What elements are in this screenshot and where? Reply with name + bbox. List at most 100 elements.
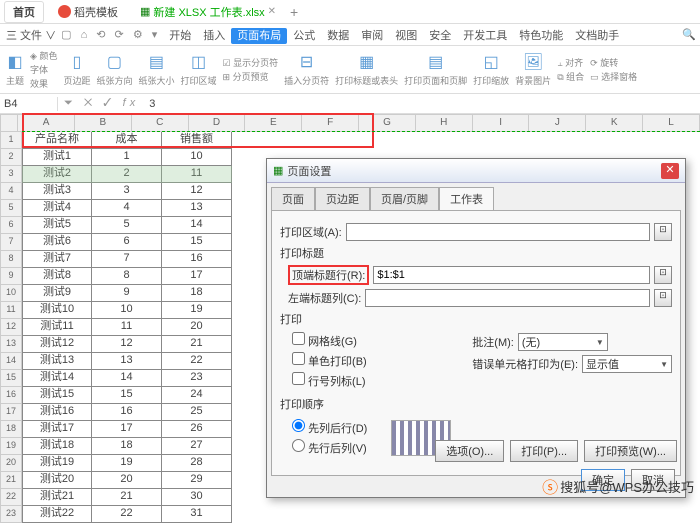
range-picker-button-2[interactable]: ⊡ (654, 266, 672, 284)
row-header[interactable]: 6 (0, 217, 22, 234)
menu-特色功能[interactable]: 特色功能 (513, 28, 569, 44)
blackwhite-checkbox[interactable] (292, 352, 305, 365)
cell[interactable]: 6 (92, 234, 162, 251)
col-header-C[interactable]: C (132, 114, 189, 132)
menu-开发工具[interactable]: 开发工具 (457, 28, 513, 44)
cell[interactable]: 18 (92, 438, 162, 455)
ribbon-showbreaks[interactable]: ☑ 显示分页符 (223, 56, 279, 69)
cell[interactable]: 测试16 (22, 404, 92, 421)
menu-插入[interactable]: 插入 (197, 28, 231, 44)
order-downover-radio[interactable] (292, 419, 305, 432)
cell[interactable]: 测试7 (22, 251, 92, 268)
cell[interactable]: 测试18 (22, 438, 92, 455)
cell[interactable]: 15 (92, 387, 162, 404)
cell[interactable]: 测试10 (22, 302, 92, 319)
cell[interactable]: 13 (92, 353, 162, 370)
cell[interactable]: 14 (162, 217, 232, 234)
ribbon-orient[interactable]: ▢纸张方向 (96, 52, 132, 87)
menu-安全[interactable]: 安全 (423, 28, 457, 44)
gridlines-checkbox[interactable] (292, 332, 305, 345)
cell[interactable]: 4 (92, 200, 162, 217)
row-header[interactable]: 21 (0, 472, 22, 489)
row-header[interactable]: 14 (0, 353, 22, 370)
menu-公式[interactable]: 公式 (287, 28, 321, 44)
cell[interactable]: 17 (92, 421, 162, 438)
cell[interactable]: 3 (92, 183, 162, 200)
cell[interactable]: 11 (162, 166, 232, 183)
col-header-D[interactable]: D (189, 114, 246, 132)
menu-文档助手[interactable]: 文档助手 (569, 28, 625, 44)
menu-审阅[interactable]: 审阅 (355, 28, 389, 44)
cell[interactable]: 11 (92, 319, 162, 336)
cell[interactable]: 测试15 (22, 387, 92, 404)
range-picker-button-3[interactable]: ⊡ (654, 289, 672, 307)
cell[interactable]: 测试14 (22, 370, 92, 387)
menu-开始[interactable]: 开始 (163, 28, 197, 44)
row-header[interactable]: 12 (0, 319, 22, 336)
cell[interactable]: 测试3 (22, 183, 92, 200)
preview-button[interactable]: 打印预览(W)... (584, 440, 677, 462)
cell[interactable]: 18 (162, 285, 232, 302)
cell[interactable]: 29 (162, 472, 232, 489)
cell[interactable]: 10 (162, 149, 232, 166)
menu-数据[interactable]: 数据 (321, 28, 355, 44)
dialog-tab-2[interactable]: 页眉/页脚 (370, 187, 439, 210)
row-header[interactable]: 4 (0, 183, 22, 200)
cell[interactable]: 24 (162, 387, 232, 404)
comments-combo[interactable]: (无)▼ (518, 333, 608, 351)
tab-templates[interactable]: 稻壳模板 (50, 2, 126, 22)
cell[interactable]: 测试6 (22, 234, 92, 251)
row-header[interactable]: 22 (0, 489, 22, 506)
ribbon-colors[interactable]: ◈ 颜色 (30, 49, 57, 62)
cell[interactable]: 21 (92, 489, 162, 506)
dialog-tab-1[interactable]: 页边距 (315, 187, 370, 210)
top-row-input[interactable] (373, 266, 650, 284)
cell[interactable]: 测试20 (22, 472, 92, 489)
row-header[interactable]: 18 (0, 421, 22, 438)
row-header[interactable]: 10 (0, 285, 22, 302)
row-header[interactable]: 20 (0, 455, 22, 472)
row-header[interactable]: 19 (0, 438, 22, 455)
dialog-close-button[interactable]: ✕ (661, 163, 679, 179)
cell[interactable]: 13 (162, 200, 232, 217)
errors-combo[interactable]: 显示值▼ (582, 355, 672, 373)
cell[interactable]: 5 (92, 217, 162, 234)
row-header[interactable]: 8 (0, 251, 22, 268)
name-box[interactable]: B4 (0, 97, 58, 111)
ribbon-selpane[interactable]: ▭ 选择窗格 (590, 70, 637, 83)
cell[interactable]: 17 (162, 268, 232, 285)
row-header[interactable]: 15 (0, 370, 22, 387)
ribbon-printarea[interactable]: ◫打印区域 (181, 52, 217, 87)
col-header-H[interactable]: H (416, 114, 473, 132)
ribbon-rotate[interactable]: ⟳ 旋转 (590, 56, 637, 69)
ribbon-theme[interactable]: ◧主题 (6, 52, 24, 87)
cell[interactable]: 30 (162, 489, 232, 506)
ribbon-pagebreak[interactable]: ⊞ 分页预览 (223, 70, 279, 83)
cell[interactable]: 21 (162, 336, 232, 353)
cell[interactable]: 2 (92, 166, 162, 183)
ribbon-effects[interactable]: 效果 (30, 77, 57, 90)
cell[interactable]: 19 (162, 302, 232, 319)
col-header-L[interactable]: L (643, 114, 700, 132)
cell[interactable]: 19 (92, 455, 162, 472)
left-col-input[interactable] (365, 289, 650, 307)
cell[interactable]: 测试1 (22, 149, 92, 166)
ribbon-align[interactable]: ⫠ 对齐 (557, 56, 584, 69)
search-icon[interactable]: 🔍 (682, 28, 696, 41)
cell[interactable]: 27 (162, 438, 232, 455)
print-area-input[interactable] (346, 223, 650, 241)
row-header[interactable]: 1 (0, 132, 22, 149)
print-button[interactable]: 打印(P)... (510, 440, 578, 462)
dialog-tab-3[interactable]: 工作表 (439, 187, 494, 210)
close-tab-icon[interactable]: ✕ (268, 6, 276, 17)
tab-home[interactable]: 首页 (4, 1, 44, 23)
col-header-A[interactable]: A (18, 114, 75, 132)
cell[interactable]: 测试9 (22, 285, 92, 302)
select-all-corner[interactable] (0, 114, 18, 132)
cell[interactable]: 16 (162, 251, 232, 268)
cell[interactable]: 7 (92, 251, 162, 268)
ribbon-group[interactable]: ⧉ 组合 (557, 70, 584, 83)
cell[interactable]: 测试12 (22, 336, 92, 353)
ribbon-insertbreak[interactable]: ⊟插入分页符 (284, 52, 329, 87)
cell[interactable]: 测试17 (22, 421, 92, 438)
